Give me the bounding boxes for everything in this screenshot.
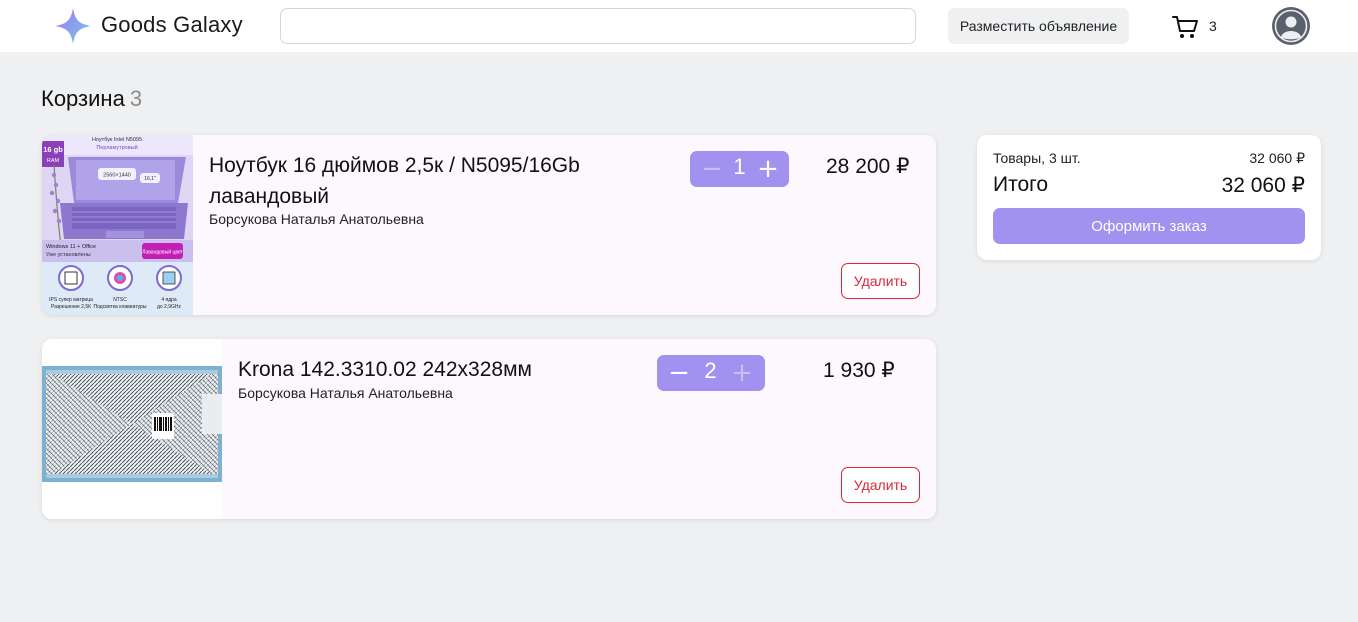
image-ram-unit-text: RAM [47,158,60,164]
quantity-increase-button[interactable]: + [727,355,757,391]
quantity-stepper: − 1 + [690,151,789,187]
product-name[interactable]: Ноутбук 16 дюймов 2,5к / N5095/16Gb лава… [209,150,629,212]
cart-count: 3 [1209,18,1217,34]
top-header: Goods Galaxy Разместить объявление 3 [0,0,1358,52]
product-price: 28 200 ₽ [826,155,910,178]
search-input[interactable] [280,8,916,44]
quantity-value: 2 [704,358,717,383]
post-ad-button[interactable]: Разместить объявление [948,8,1129,44]
quantity-decrease-button[interactable]: − [664,355,694,391]
product-seller: Борсукова Наталья Анатольевна [238,385,453,401]
user-icon [1273,8,1309,44]
items-subtotal: 32 060 ₽ [1249,150,1305,166]
image-feature3-text: 4 ядра [161,297,177,303]
total-label: Итого [993,173,1049,196]
image-feature1-text: IPS супер матрица [49,297,93,303]
image-resolution-text: 2560×1440 [103,173,131,179]
image-os-note-text: Уже установлены [46,252,91,258]
header-cart-link[interactable]: 3 [1172,14,1224,40]
product-name-line2: лавандовый [209,185,330,208]
image-feature1b-text: Разрешение 2,5К [51,304,91,310]
product-name[interactable]: Krona 142.3310.02 242x328мм [238,354,618,385]
quantity-value: 1 [733,154,746,179]
quantity-stepper: − 2 + [657,355,765,391]
checkout-button[interactable]: Оформить заказ [993,208,1305,244]
product-seller: Борсукова Наталья Анатольевна [209,211,424,227]
image-feature2b-text: Подсветка клавиатуры [94,304,147,310]
user-avatar[interactable] [1272,7,1310,45]
logo-star-icon[interactable] [54,7,92,45]
delete-item-button[interactable]: Удалить [841,467,920,503]
image-ram-text: 16 gb [43,145,63,154]
cart-item-laptop: Ноутбук Intel N5095 Перламутровый 16 gb … [42,135,936,315]
image-model-text: Ноутбук Intel N5095 [92,137,142,143]
image-badge-text: Лавандовый цвет [142,249,183,256]
cart-items-count: 3 [129,86,143,111]
total-value: 32 060 ₽ [1221,174,1305,197]
image-feature2-text: NTSC [113,297,127,303]
image-color-text: Перламутровый [96,144,137,151]
cart-icon [1172,16,1198,38]
product-price: 1 930 ₽ [823,359,895,382]
filter-product-image[interactable] [42,339,222,519]
items-count-label: Товары, 3 шт. [993,150,1081,166]
page-title-text: Корзина [41,86,125,111]
cart-item-filter: Krona 142.3310.02 242x328мм Борсукова На… [42,339,936,519]
order-summary: Товары, 3 шт. 32 060 ₽ Итого 32 060 ₽ Оф… [977,135,1321,260]
image-os-text: Windows 11 + Office [46,244,96,250]
product-name-line1: Ноутбук 16 дюймов 2,5к / N5095/16Gb [209,154,580,177]
brand-name[interactable]: Goods Galaxy [101,12,243,38]
laptop-product-image[interactable]: Ноутбук Intel N5095 Перламутровый 16 gb … [42,135,193,315]
image-size-text: 16,1" [144,176,156,182]
quantity-decrease-button[interactable]: − [697,151,727,187]
page-title: Корзина 3 [41,86,142,112]
quantity-increase-button[interactable]: + [753,151,783,187]
image-feature3b-text: до 2,9GHz [157,304,182,310]
delete-item-button[interactable]: Удалить [841,263,920,299]
